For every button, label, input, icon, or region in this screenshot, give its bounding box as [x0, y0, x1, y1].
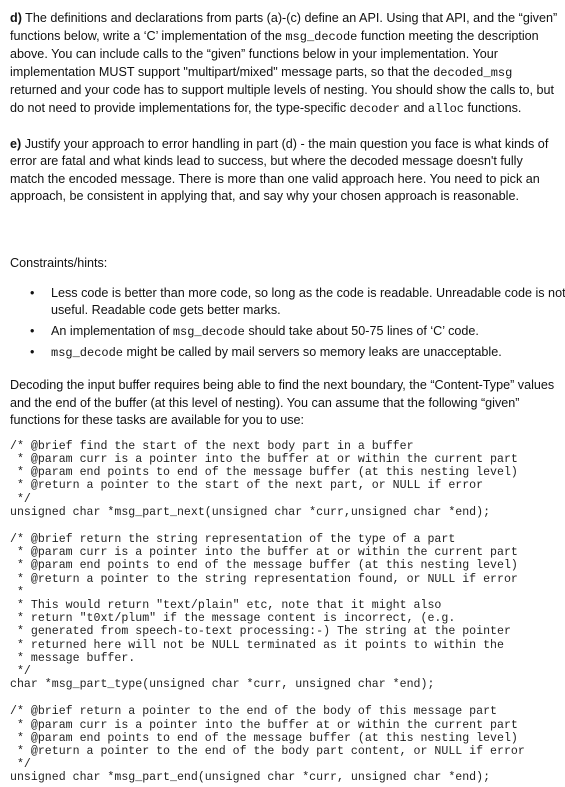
list-item: • Less code is better than more code, so … [30, 285, 565, 320]
part-d-text-5: functions. [463, 100, 522, 115]
constraints-heading: Constraints/hints: [10, 255, 108, 270]
bullet-icon: • [30, 285, 35, 300]
part-d-code-msg-decode: msg_decode [285, 29, 358, 44]
question-part-d: d) The definitions and declarations from… [10, 10, 560, 119]
part-d-text-4: and [399, 100, 428, 115]
hint-text-1: Less code is better than more code, so l… [51, 285, 565, 318]
bullet-icon: • [30, 345, 35, 360]
code-block-msg-part-next: /* @brief find the start of the next bod… [10, 439, 518, 519]
list-item: • msg_decode might be called by mail serv… [30, 344, 565, 363]
part-d-code-decoder: decoder [349, 101, 400, 116]
bullet-icon: • [30, 323, 35, 338]
hint-text-3-post: might be called by mail servers so memor… [123, 345, 502, 360]
part-d-code-decoded-msg: decoded_msg [433, 65, 513, 80]
code-block-msg-part-type: /* @brief return the string representati… [10, 532, 518, 692]
code-block-msg-part-end: /* @brief return a pointer to the end of… [10, 705, 525, 785]
decoding-paragraph: Decoding the input buffer requires being… [10, 377, 555, 428]
part-d-code-alloc: alloc [427, 101, 464, 116]
part-e-text: Justify your approach to error handling … [10, 136, 549, 204]
part-d-label: d) [10, 11, 22, 25]
hint-text-2-post: should take about 50-75 lines of ‘C’ cod… [244, 323, 479, 338]
hint-text-2-pre: An implementation of [51, 323, 173, 338]
list-item: • An implementation of msg_decode should … [30, 323, 565, 342]
hint-code-msg-decode: msg_decode [51, 346, 124, 361]
question-part-e: e) Justify your approach to error handli… [10, 136, 560, 206]
hints-list: • Less code is better than more code, so … [10, 285, 565, 363]
document-page: d) The definitions and declarations from… [0, 0, 565, 787]
hint-code-msg-decode: msg_decode [172, 324, 245, 339]
part-e-label: e) [10, 136, 22, 151]
